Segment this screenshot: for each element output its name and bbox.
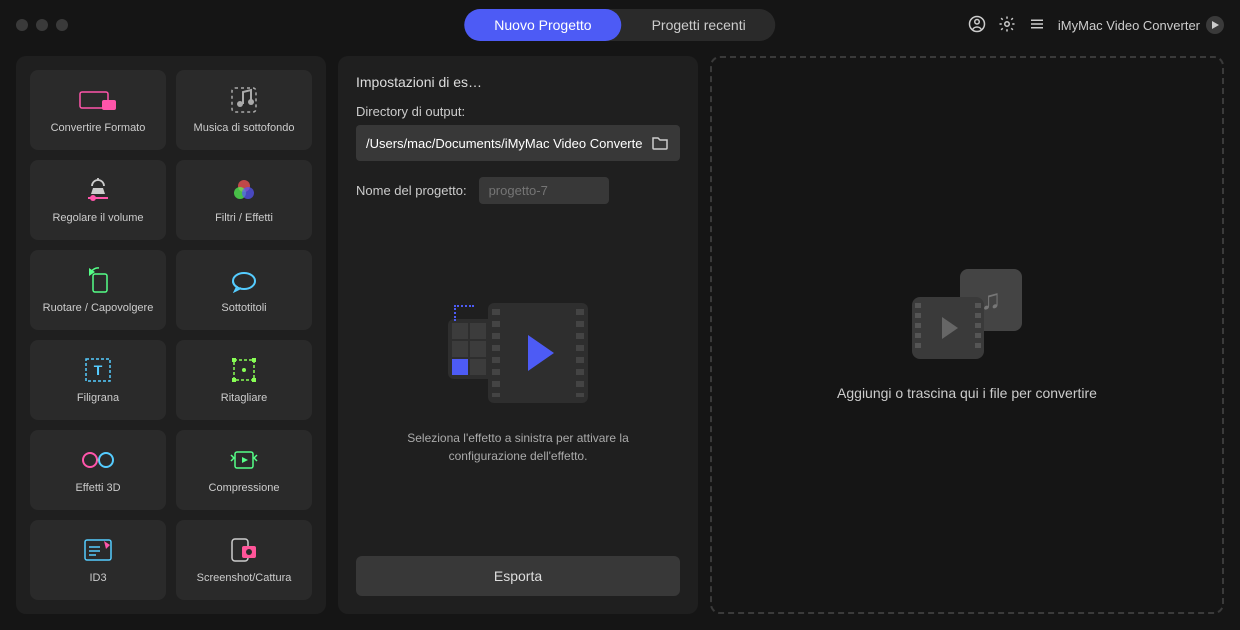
effect-label: Effetti 3D — [75, 482, 120, 494]
svg-text:T: T — [94, 362, 103, 378]
id3-icon — [82, 536, 114, 564]
effect-label: Compressione — [209, 482, 280, 494]
background-music-icon — [228, 86, 260, 114]
maximize-icon[interactable] — [56, 19, 68, 31]
effect-id3[interactable]: ID3 — [30, 520, 166, 600]
effect-rotate-flip[interactable]: Ruotare / Capovolgere — [30, 250, 166, 330]
effect-adjust-volume[interactable]: Regolare il volume — [30, 160, 166, 240]
project-name-input[interactable] — [479, 177, 609, 204]
effect-preview-area: Seleziona l'effetto a sinistra per attiv… — [356, 224, 680, 544]
convert-format-icon — [78, 86, 118, 114]
project-name-label: Nome del progetto: — [356, 183, 467, 198]
subtitles-icon — [229, 266, 259, 294]
effect-label: Regolare il volume — [52, 212, 143, 224]
account-icon[interactable] — [968, 15, 986, 36]
effect-label: Ruotare / Capovolgere — [43, 302, 154, 314]
effect-3d-effects[interactable]: Effetti 3D — [30, 430, 166, 510]
preview-hint-text: Seleziona l'effetto a sinistra per attiv… — [388, 429, 648, 465]
brand-label: iMyMac Video Converter — [1058, 16, 1224, 34]
minimize-icon[interactable] — [36, 19, 48, 31]
effect-watermark[interactable]: T Filigrana — [30, 340, 166, 420]
preview-illustration-icon — [448, 303, 588, 413]
gear-icon[interactable] — [998, 15, 1016, 36]
effect-crop[interactable]: Ritagliare — [176, 340, 312, 420]
adjust-volume-icon — [83, 176, 113, 204]
output-directory-field[interactable]: /Users/mac/Documents/iMyMac Video Conver… — [356, 125, 680, 161]
tab-recent-projects[interactable]: Progetti recenti — [622, 9, 776, 41]
effect-label: Ritagliare — [221, 392, 267, 404]
file-drop-zone[interactable]: ♫ Aggiungi o trascina qui i file per con… — [710, 56, 1224, 614]
output-directory-value: /Users/mac/Documents/iMyMac Video Conver… — [366, 136, 642, 151]
effect-convert-format[interactable]: Convertire Formato — [30, 70, 166, 150]
project-tabs: Nuovo Progetto Progetti recenti — [464, 9, 775, 41]
screenshot-capture-icon — [228, 536, 260, 564]
browse-folder-button[interactable] — [650, 133, 670, 153]
effect-label: Sottotitoli — [221, 302, 266, 314]
menu-icon[interactable] — [1028, 15, 1046, 36]
effect-filters-effects[interactable]: Filtri / Effetti — [176, 160, 312, 240]
titlebar: Nuovo Progetto Progetti recenti iMyMac V… — [0, 0, 1240, 50]
brand-play-icon — [1206, 16, 1224, 34]
effect-label: ID3 — [89, 572, 106, 584]
effect-label: Filigrana — [77, 392, 119, 404]
drop-hint-text: Aggiungi o trascina qui i file per conve… — [837, 385, 1097, 401]
effect-background-music[interactable]: Musica di sottofondo — [176, 70, 312, 150]
effect-label: Screenshot/Cattura — [197, 572, 292, 584]
export-panel: Impostazioni di es… Directory di output:… — [338, 56, 698, 614]
effect-label: Musica di sottofondo — [194, 122, 295, 134]
export-button[interactable]: Esporta — [356, 556, 680, 596]
compression-icon — [227, 446, 261, 474]
rotate-flip-icon — [83, 266, 113, 294]
export-section-title: Impostazioni di es… — [356, 74, 680, 90]
filters-effects-icon — [230, 176, 258, 204]
effect-label: Filtri / Effetti — [215, 212, 273, 224]
close-icon[interactable] — [16, 19, 28, 31]
effect-label: Convertire Formato — [51, 122, 146, 134]
crop-icon — [229, 356, 259, 384]
effect-compression[interactable]: Compressione — [176, 430, 312, 510]
effects-sidebar: Convertire Formato Musica di sottofondo … — [16, 56, 326, 614]
3d-effects-icon — [80, 446, 116, 474]
window-controls — [16, 19, 68, 31]
effect-screenshot-capture[interactable]: Screenshot/Cattura — [176, 520, 312, 600]
drop-illustration-icon: ♫ — [912, 269, 1022, 359]
tab-new-project[interactable]: Nuovo Progetto — [464, 9, 621, 41]
watermark-icon: T — [83, 356, 113, 384]
effect-subtitles[interactable]: Sottotitoli — [176, 250, 312, 330]
output-directory-label: Directory di output: — [356, 104, 680, 119]
